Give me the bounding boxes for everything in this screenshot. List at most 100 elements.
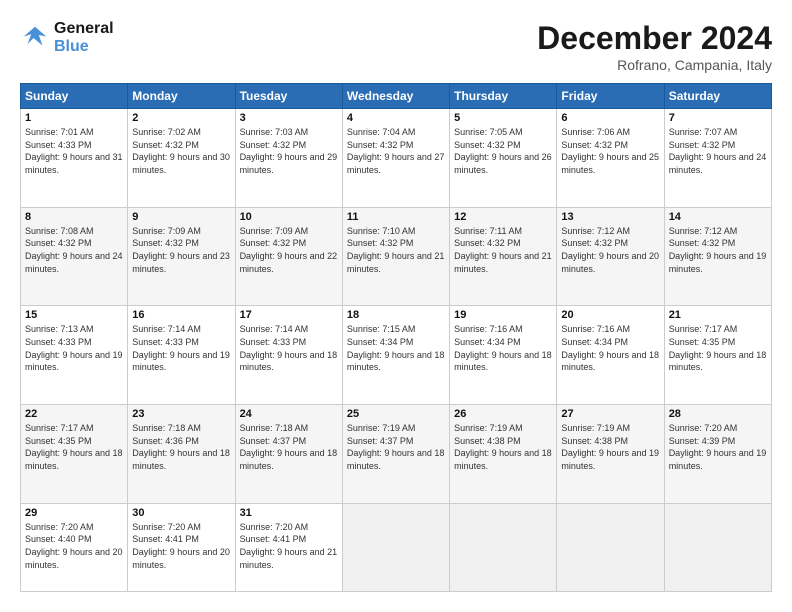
day-number: 26 <box>454 408 552 420</box>
day-number: 12 <box>454 211 552 223</box>
calendar-day-cell: 7 Sunrise: 7:07 AMSunset: 4:32 PMDaylight… <box>664 109 771 208</box>
calendar-day-cell: 14Sunrise: 7:12 AMSunset: 4:32 PMDayligh… <box>664 207 771 306</box>
calendar-day-cell: 15 Sunrise: 7:13 AMSunset: 4:33 PMDayligh… <box>21 306 128 405</box>
calendar-day-cell <box>557 503 664 591</box>
day-number: 4 <box>347 112 445 124</box>
day-info: Sunrise: 7:17 AMSunset: 4:35 PMDaylight:… <box>25 422 123 472</box>
calendar-day-cell: 22Sunrise: 7:17 AMSunset: 4:35 PMDayligh… <box>21 405 128 504</box>
day-number: 31 <box>240 507 338 519</box>
calendar-day-cell: 3 Sunrise: 7:03 AMSunset: 4:32 PMDaylight… <box>235 109 342 208</box>
day-number: 10 <box>240 211 338 223</box>
day-number: 17 <box>240 309 338 321</box>
logo: General Blue <box>20 20 114 55</box>
day-number: 5 <box>454 112 552 124</box>
calendar-day-cell: 24 Sunrise: 7:18 AMSunset: 4:37 PMDayligh… <box>235 405 342 504</box>
day-info: Sunrise: 7:04 AMSunset: 4:32 PMDaylight:… <box>347 126 445 176</box>
day-number: 1 <box>25 112 123 124</box>
calendar-day-cell: 28 Sunrise: 7:20 AMSunset: 4:39 PMDayligh… <box>664 405 771 504</box>
calendar-header-row: SundayMondayTuesdayWednesdayThursdayFrid… <box>21 84 772 109</box>
calendar-day-cell <box>664 503 771 591</box>
calendar-day-cell <box>450 503 557 591</box>
day-info: Sunrise: 7:20 AMSunset: 4:39 PMDaylight:… <box>669 422 767 472</box>
calendar-day-cell: 1 Sunrise: 7:01 AMSunset: 4:33 PMDaylight… <box>21 109 128 208</box>
day-info: Sunrise: 7:09 AMSunset: 4:32 PMDaylight:… <box>132 225 230 275</box>
calendar-day-header: Sunday <box>21 84 128 109</box>
calendar-day-cell: 31 Sunrise: 7:20 AMSunset: 4:41 PMDayligh… <box>235 503 342 591</box>
day-number: 20 <box>561 309 659 321</box>
calendar-day-cell <box>342 503 449 591</box>
day-info: Sunrise: 7:19 AMSunset: 4:37 PMDaylight:… <box>347 422 445 472</box>
day-info: Sunrise: 7:19 AMSunset: 4:38 PMDaylight:… <box>454 422 552 472</box>
day-number: 13 <box>561 211 659 223</box>
day-info: Sunrise: 7:05 AMSunset: 4:32 PMDaylight:… <box>454 126 552 176</box>
calendar-day-header: Thursday <box>450 84 557 109</box>
calendar-day-cell: 19Sunrise: 7:16 AMSunset: 4:34 PMDayligh… <box>450 306 557 405</box>
calendar-day-cell: 6 Sunrise: 7:06 AMSunset: 4:32 PMDaylight… <box>557 109 664 208</box>
calendar-day-cell: 30Sunrise: 7:20 AMSunset: 4:41 PMDayligh… <box>128 503 235 591</box>
day-info: Sunrise: 7:06 AMSunset: 4:32 PMDaylight:… <box>561 126 659 176</box>
day-number: 30 <box>132 507 230 519</box>
calendar-day-cell: 29Sunrise: 7:20 AMSunset: 4:40 PMDayligh… <box>21 503 128 591</box>
day-info: Sunrise: 7:17 AMSunset: 4:35 PMDaylight:… <box>669 323 767 373</box>
day-info: Sunrise: 7:08 AMSunset: 4:32 PMDaylight:… <box>25 225 123 275</box>
calendar-day-cell: 5 Sunrise: 7:05 AMSunset: 4:32 PMDaylight… <box>450 109 557 208</box>
day-number: 7 <box>669 112 767 124</box>
calendar-day-header: Saturday <box>664 84 771 109</box>
day-number: 28 <box>669 408 767 420</box>
day-info: Sunrise: 7:07 AMSunset: 4:32 PMDaylight:… <box>669 126 767 176</box>
day-number: 8 <box>25 211 123 223</box>
day-info: Sunrise: 7:09 AMSunset: 4:32 PMDaylight:… <box>240 225 338 275</box>
subtitle: Rofrano, Campania, Italy <box>537 57 772 73</box>
day-info: Sunrise: 7:02 AMSunset: 4:32 PMDaylight:… <box>132 126 230 176</box>
day-info: Sunrise: 7:18 AMSunset: 4:37 PMDaylight:… <box>240 422 338 472</box>
calendar-day-cell: 9 Sunrise: 7:09 AMSunset: 4:32 PMDaylight… <box>128 207 235 306</box>
day-number: 29 <box>25 507 123 519</box>
day-info: Sunrise: 7:01 AMSunset: 4:33 PMDaylight:… <box>25 126 123 176</box>
day-number: 6 <box>561 112 659 124</box>
calendar-day-cell: 16Sunrise: 7:14 AMSunset: 4:33 PMDayligh… <box>128 306 235 405</box>
title-block: December 2024 Rofrano, Campania, Italy <box>537 20 772 73</box>
day-number: 16 <box>132 309 230 321</box>
calendar-week-row: 15 Sunrise: 7:13 AMSunset: 4:33 PMDayligh… <box>21 306 772 405</box>
calendar-day-header: Tuesday <box>235 84 342 109</box>
day-info: Sunrise: 7:14 AMSunset: 4:33 PMDaylight:… <box>240 323 338 373</box>
day-number: 9 <box>132 211 230 223</box>
calendar-week-row: 8 Sunrise: 7:08 AMSunset: 4:32 PMDaylight… <box>21 207 772 306</box>
day-info: Sunrise: 7:15 AMSunset: 4:34 PMDaylight:… <box>347 323 445 373</box>
day-number: 15 <box>25 309 123 321</box>
calendar-week-row: 22Sunrise: 7:17 AMSunset: 4:35 PMDayligh… <box>21 405 772 504</box>
day-number: 24 <box>240 408 338 420</box>
day-info: Sunrise: 7:16 AMSunset: 4:34 PMDaylight:… <box>454 323 552 373</box>
header: General Blue December 2024 Rofrano, Camp… <box>20 20 772 73</box>
calendar-day-cell: 11 Sunrise: 7:10 AMSunset: 4:32 PMDayligh… <box>342 207 449 306</box>
page: General Blue December 2024 Rofrano, Camp… <box>0 0 792 612</box>
calendar-day-cell: 23Sunrise: 7:18 AMSunset: 4:36 PMDayligh… <box>128 405 235 504</box>
calendar-day-cell: 27Sunrise: 7:19 AMSunset: 4:38 PMDayligh… <box>557 405 664 504</box>
day-number: 3 <box>240 112 338 124</box>
calendar-week-row: 1 Sunrise: 7:01 AMSunset: 4:33 PMDaylight… <box>21 109 772 208</box>
calendar-day-cell: 4 Sunrise: 7:04 AMSunset: 4:32 PMDaylight… <box>342 109 449 208</box>
calendar-day-header: Friday <box>557 84 664 109</box>
day-info: Sunrise: 7:20 AMSunset: 4:41 PMDaylight:… <box>240 521 338 571</box>
logo-icon <box>20 23 50 53</box>
calendar-day-cell: 18 Sunrise: 7:15 AMSunset: 4:34 PMDayligh… <box>342 306 449 405</box>
calendar-day-cell: 2 Sunrise: 7:02 AMSunset: 4:32 PMDaylight… <box>128 109 235 208</box>
day-info: Sunrise: 7:03 AMSunset: 4:32 PMDaylight:… <box>240 126 338 176</box>
calendar-day-cell: 26 Sunrise: 7:19 AMSunset: 4:38 PMDayligh… <box>450 405 557 504</box>
day-number: 21 <box>669 309 767 321</box>
main-title: December 2024 <box>537 20 772 57</box>
day-number: 11 <box>347 211 445 223</box>
calendar-day-cell: 10 Sunrise: 7:09 AMSunset: 4:32 PMDayligh… <box>235 207 342 306</box>
day-info: Sunrise: 7:19 AMSunset: 4:38 PMDaylight:… <box>561 422 659 472</box>
calendar-day-cell: 25 Sunrise: 7:19 AMSunset: 4:37 PMDayligh… <box>342 405 449 504</box>
calendar-week-row: 29Sunrise: 7:20 AMSunset: 4:40 PMDayligh… <box>21 503 772 591</box>
day-info: Sunrise: 7:10 AMSunset: 4:32 PMDaylight:… <box>347 225 445 275</box>
day-number: 18 <box>347 309 445 321</box>
day-info: Sunrise: 7:13 AMSunset: 4:33 PMDaylight:… <box>25 323 123 373</box>
day-info: Sunrise: 7:16 AMSunset: 4:34 PMDaylight:… <box>561 323 659 373</box>
day-number: 2 <box>132 112 230 124</box>
calendar-day-cell: 13Sunrise: 7:12 AMSunset: 4:32 PMDayligh… <box>557 207 664 306</box>
day-number: 25 <box>347 408 445 420</box>
logo-text: General Blue <box>54 20 114 55</box>
day-number: 23 <box>132 408 230 420</box>
